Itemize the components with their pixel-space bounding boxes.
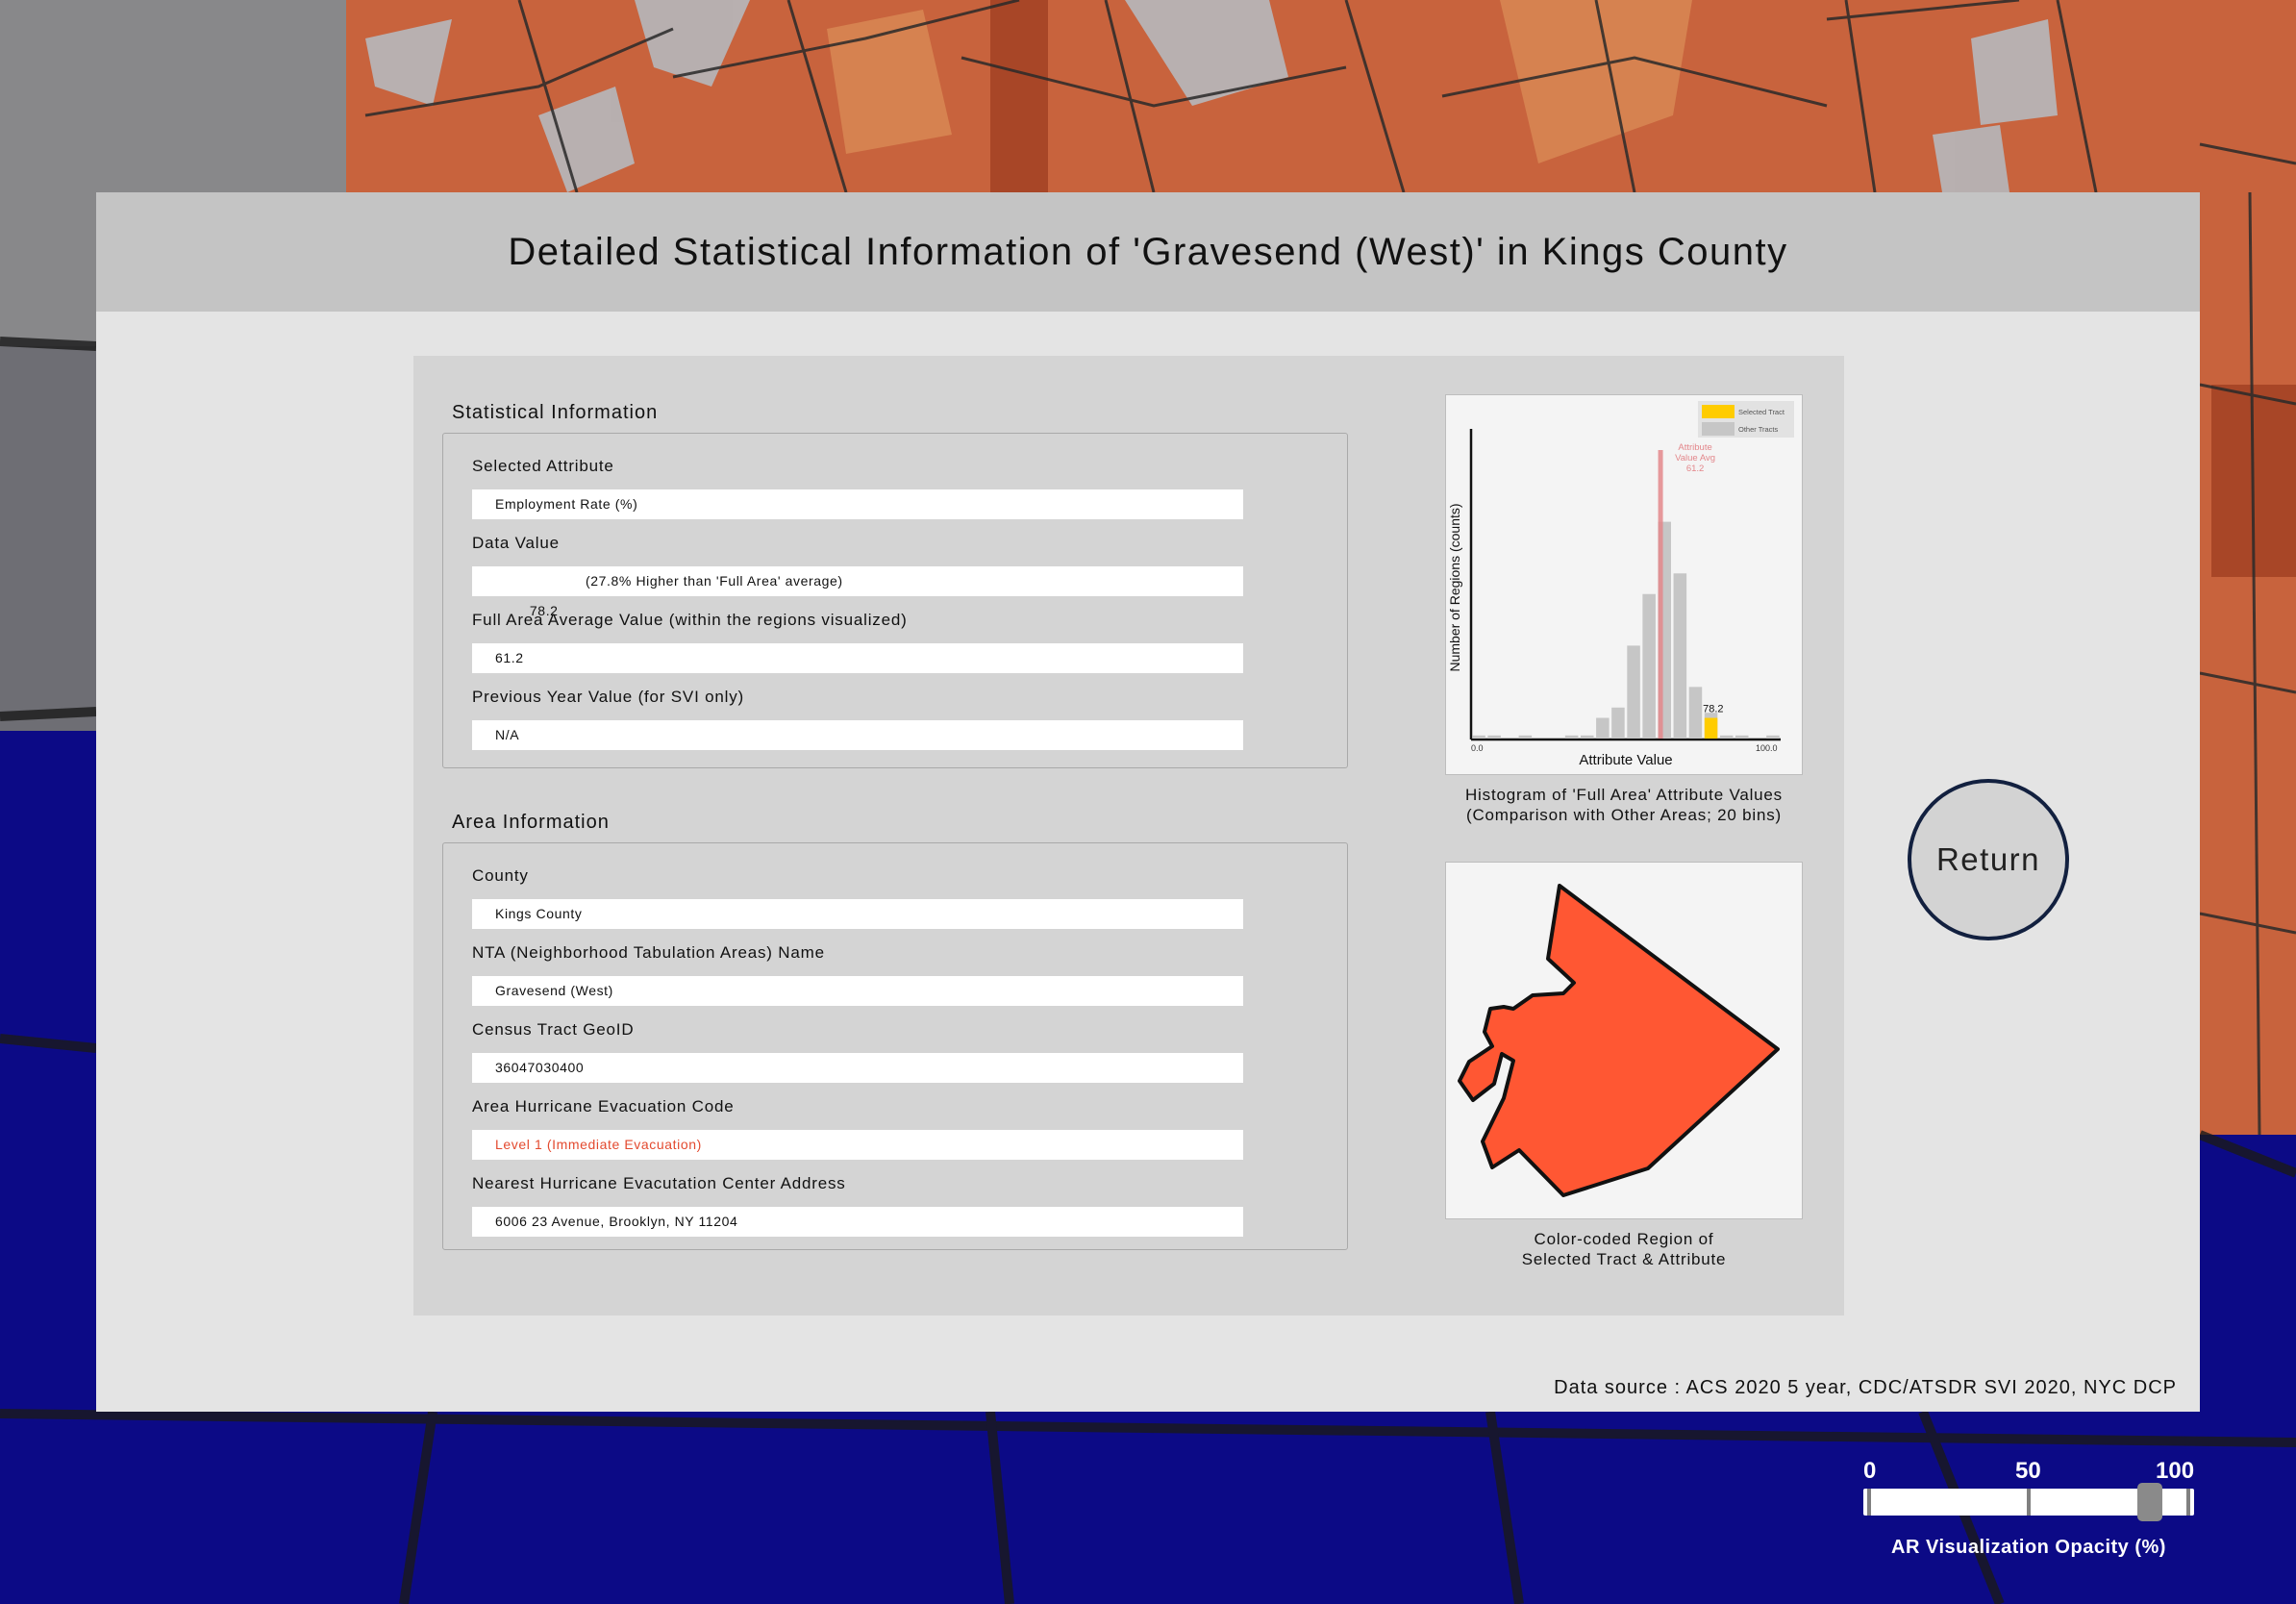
evac-code-field: Level 1 (Immediate Evacuation) <box>472 1130 1243 1160</box>
nta-label: NTA (Neighborhood Tabulation Areas) Name <box>472 943 825 962</box>
slider-track[interactable] <box>1863 1483 2194 1521</box>
y-axis-label: Number of Regions (counts) <box>1447 503 1462 671</box>
selected-tract-bar <box>1704 717 1718 739</box>
x-axis-label: Attribute Value <box>1579 752 1672 768</box>
opacity-slider: 0 50 100 AR Visualization Opacity (%) <box>1846 1452 2211 1577</box>
selected-value-label: 78.2 <box>1703 704 1723 715</box>
evac-code-label: Area Hurricane Evacuation Code <box>472 1097 735 1115</box>
slider-tick-label-100: 100 <box>2156 1458 2195 1484</box>
avg-value-label: Full Area Average Value (within the regi… <box>472 611 908 629</box>
region-map <box>1445 862 1803 1219</box>
area-group: County Kings County NTA (Neighborhood Ta… <box>442 842 1348 1250</box>
evac-center-field: 6006 23 Avenue, Brooklyn, NY 11204 <box>472 1207 1243 1237</box>
legend-swatch-selected <box>1702 405 1734 418</box>
map-caption-line-2: Selected Tract & Attribute <box>1521 1250 1727 1268</box>
histogram-bar <box>1642 593 1656 739</box>
selected-attribute-label: Selected Attribute <box>472 457 614 475</box>
data-value-label: Data Value <box>472 534 560 552</box>
prev-year-field: N/A <box>472 720 1243 750</box>
map-caption: Color-coded Region of Selected Tract & A… <box>1445 1229 1803 1269</box>
stats-group: Selected Attribute Employment Rate (%) D… <box>442 433 1348 768</box>
county-field: Kings County <box>472 899 1243 929</box>
geoid-field: 36047030400 <box>472 1053 1243 1083</box>
panel-title: Detailed Statistical Information of 'Gra… <box>508 230 1788 273</box>
selected-attribute-field: Employment Rate (%) <box>472 489 1243 519</box>
data-source-text: Data source : ACS 2020 5 year, CDC/ATSDR… <box>1554 1377 2177 1398</box>
geoid-label: Census Tract GeoID <box>472 1020 635 1039</box>
histogram-bar <box>1596 717 1610 739</box>
evac-center-label: Nearest Hurricane Evacutation Center Add… <box>472 1174 846 1192</box>
histogram-bars: 78.2 <box>1472 521 1780 739</box>
histogram-bar <box>1734 735 1749 739</box>
histogram-caption-line-1: Histogram of 'Full Area' Attribute Value… <box>1464 786 1783 804</box>
histogram-bar <box>1580 735 1594 739</box>
x-tick-max: 100.0 <box>1756 743 1778 753</box>
histogram-bar <box>1766 735 1780 739</box>
slider-thumb[interactable] <box>2137 1483 2163 1521</box>
histogram-bar <box>1564 735 1579 739</box>
slider-tick-100 <box>2186 1489 2190 1516</box>
histogram-bar <box>1673 573 1687 739</box>
legend-label-other: Other Tracts <box>1738 425 1779 434</box>
return-button-label: Return <box>1935 841 2041 877</box>
panel-header: Detailed Statistical Information of 'Gra… <box>96 192 2200 312</box>
slider-tick-label-0: 0 <box>1863 1458 1877 1484</box>
slider-tick-0 <box>1867 1489 1871 1516</box>
histogram-bar <box>1627 645 1640 739</box>
legend-label-selected: Selected Tract <box>1738 408 1785 416</box>
selected-tract-shape <box>1458 884 1780 1197</box>
nta-field: Gravesend (West) <box>472 976 1243 1006</box>
return-button[interactable]: Return <box>1908 779 2069 940</box>
x-tick-min: 0.0 <box>1471 743 1484 753</box>
content-area: Statistical Information Selected Attribu… <box>413 356 1844 1316</box>
histogram-svg: Selected Tract Other Tracts 78.2 Attribu… <box>1447 401 1794 768</box>
avg-line <box>1658 450 1663 739</box>
histogram-chart: Selected Tract Other Tracts 78.2 Attribu… <box>1445 394 1803 775</box>
data-value-field: 78.2 (27.8% Higher than 'Full Area' aver… <box>472 566 1243 618</box>
histogram-legend: Selected Tract Other Tracts <box>1698 401 1794 438</box>
slider-tick-label-50: 50 <box>2015 1458 2041 1484</box>
avg-line-label: 61.2 <box>1686 464 1705 474</box>
stats-section-title: Statistical Information <box>452 402 659 423</box>
county-label: County <box>472 866 529 885</box>
histogram-caption: Histogram of 'Full Area' Attribute Value… <box>1445 785 1803 825</box>
avg-value-field: 61.2 <box>472 643 1243 673</box>
histogram-bar <box>1688 687 1703 739</box>
histogram-bar <box>1719 735 1734 739</box>
avg-line-label: Value Avg <box>1675 453 1715 464</box>
legend-swatch-other <box>1702 422 1734 436</box>
map-caption-line-1: Color-coded Region of <box>1534 1230 1714 1248</box>
slider-label: AR Visualization Opacity (%) <box>1891 1537 2166 1558</box>
histogram-bar <box>1472 735 1485 739</box>
slider-tick-50 <box>2027 1489 2031 1516</box>
histogram-caption-line-2: (Comparison with Other Areas; 20 bins) <box>1465 806 1783 824</box>
histogram-bar <box>1487 735 1501 739</box>
detail-panel: Detailed Statistical Information of 'Gra… <box>96 192 2200 1412</box>
histogram-bar <box>1518 735 1533 739</box>
area-section-title: Area Information <box>452 812 610 833</box>
data-value-diff: (27.8% Higher than 'Full Area' average) <box>586 573 843 589</box>
prev-year-label: Previous Year Value (for SVI only) <box>472 688 744 706</box>
histogram-bar <box>1611 707 1625 739</box>
avg-line-label: Attribute <box>1678 442 1711 453</box>
region-map-svg <box>1458 884 1780 1197</box>
